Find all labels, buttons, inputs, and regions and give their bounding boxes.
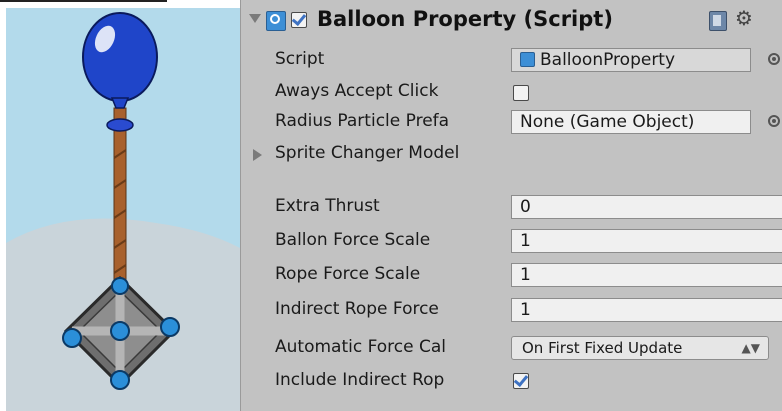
checkmark-icon [513, 371, 529, 388]
ballon-force-scale-label: Ballon Force Scale [275, 230, 431, 250]
rope-force-scale-field[interactable]: 1 [511, 263, 782, 287]
include-indirect-rope-checkbox[interactable] [513, 371, 529, 389]
row-include-indirect-rope: Include Indirect Rop [241, 366, 782, 397]
row-sprite-changer-model[interactable]: Sprite Changer Model [241, 139, 782, 170]
ballon-force-scale-field[interactable]: 1 [511, 229, 782, 253]
radius-particle-prefab-label: Radius Particle Prefa [275, 111, 450, 131]
foldout-open-icon[interactable] [249, 14, 261, 23]
aways-accept-click-label: Aways Accept Click [275, 81, 439, 101]
script-field[interactable]: BalloonProperty [511, 48, 751, 72]
row-ballon-force-scale: Ballon Force Scale 1 [241, 226, 782, 257]
checkmark-icon [291, 10, 307, 27]
script-label: Script [275, 49, 325, 69]
indirect-rope-force-field[interactable]: 1 [511, 298, 782, 322]
inspector-panel: Balloon Property (Script) ⚙ Script Ballo… [241, 0, 782, 411]
row-radius-particle-prefab: Radius Particle Prefa None (Game Object) [241, 107, 782, 138]
row-script: Script BalloonProperty [241, 45, 782, 76]
rope-force-scale-label: Rope Force Scale [275, 264, 421, 284]
radius-particle-prefab-field[interactable]: None (Game Object) [511, 110, 751, 134]
script-icon [266, 11, 286, 31]
extra-thrust-field[interactable]: 0 [511, 195, 782, 219]
extra-thrust-label: Extra Thrust [275, 196, 380, 216]
indirect-rope-force-label: Indirect Rope Force [275, 299, 439, 319]
row-extra-thrust: Extra Thrust 0 [241, 192, 782, 223]
component-title: Balloon Property (Script) [317, 7, 613, 31]
rope [113, 107, 127, 284]
automatic-force-calc-dropdown[interactable]: On First Fixed Update ▲▼ [511, 336, 769, 360]
row-indirect-rope-force: Indirect Rope Force 1 [241, 295, 782, 326]
sprite-changer-model-label[interactable]: Sprite Changer Model [275, 143, 735, 163]
scene-preview [0, 0, 240, 411]
balloon [82, 12, 158, 102]
object-picker-icon[interactable] [768, 53, 780, 65]
gear-icon[interactable]: ⚙ [735, 6, 753, 30]
component-header[interactable]: Balloon Property (Script) ⚙ [241, 0, 782, 40]
foldout-closed-icon[interactable] [253, 149, 262, 161]
object-picker-icon[interactable] [768, 115, 780, 127]
preview-top-edge [0, 0, 167, 2]
row-aways-accept-click: Aways Accept Click [241, 77, 782, 108]
aways-accept-click-checkbox[interactable] [513, 85, 529, 101]
component-enabled-checkbox[interactable] [291, 10, 307, 28]
automatic-force-calc-label: Automatic Force Cal [275, 337, 446, 357]
help-book-icon[interactable] [709, 11, 727, 31]
include-indirect-rope-label: Include Indirect Rop [275, 370, 445, 390]
balloon-crate-illustration [6, 8, 240, 411]
script-icon [520, 52, 535, 67]
dropdown-arrows-icon: ▲▼ [741, 341, 760, 355]
script-value: BalloonProperty [540, 50, 676, 70]
rope-collar [106, 118, 134, 132]
row-rope-force-scale: Rope Force Scale 1 [241, 260, 782, 291]
row-automatic-force-calc: Automatic Force Cal On First Fixed Updat… [241, 333, 782, 364]
automatic-force-calc-value: On First Fixed Update [522, 339, 683, 357]
